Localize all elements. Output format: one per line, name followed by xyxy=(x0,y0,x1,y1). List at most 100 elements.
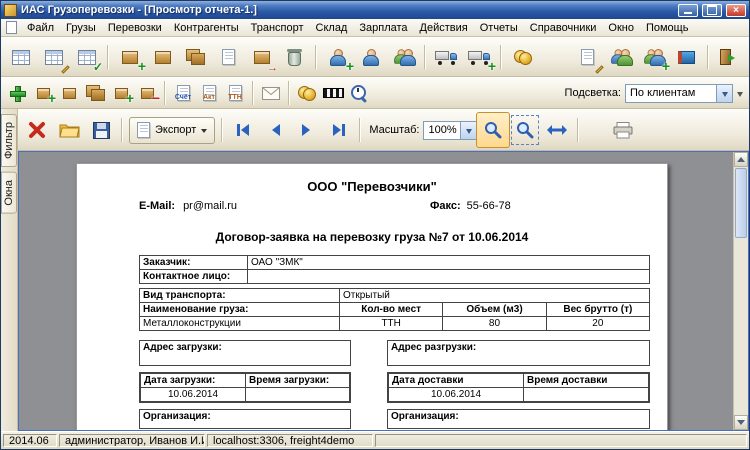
menu-cargo[interactable]: Грузы xyxy=(60,20,102,36)
menu-help[interactable]: Помощь xyxy=(640,20,695,36)
contract-edit-button[interactable] xyxy=(571,41,604,74)
tab-filter[interactable]: Фильтр xyxy=(1,114,17,167)
cargo-ship-button[interactable] xyxy=(245,41,278,74)
table-edit-button[interactable] xyxy=(37,41,70,74)
envelope-icon xyxy=(262,87,280,100)
main-toolbar xyxy=(1,37,749,77)
menu-window[interactable]: Окно xyxy=(602,20,640,36)
partners-button[interactable] xyxy=(604,41,637,74)
highlight-value: По клиентам xyxy=(626,87,716,99)
scale-combobox[interactable]: 100% xyxy=(423,121,477,140)
exit-button[interactable] xyxy=(713,41,746,74)
clock-search-button[interactable] xyxy=(346,80,372,106)
fit-width-button[interactable] xyxy=(541,113,573,147)
menu-actions[interactable]: Действия xyxy=(414,20,474,36)
save-report-button[interactable] xyxy=(85,113,117,147)
highlight-combobox[interactable]: По клиентам xyxy=(625,84,733,103)
add-button[interactable] xyxy=(4,80,30,106)
tab-windows[interactable]: Окна xyxy=(1,172,17,214)
scroll-down-button[interactable] xyxy=(734,415,748,430)
ttn-doc-button[interactable]: ТТН xyxy=(222,80,248,106)
customer-table: Заказчик: ОАО "ЗМК" Контактное лицо: xyxy=(139,255,650,284)
menu-warehouse[interactable]: Склад xyxy=(310,20,354,36)
toolbar-separator xyxy=(315,45,317,69)
zoom-region-button[interactable] xyxy=(509,113,541,147)
invoice-doc-button[interactable]: Счёт xyxy=(170,80,196,106)
cargo-delete-button[interactable] xyxy=(278,41,311,74)
contact-value xyxy=(248,270,650,284)
status-empty xyxy=(375,434,747,447)
toolbar-overflow-button[interactable] xyxy=(733,80,746,106)
clients-button[interactable] xyxy=(387,41,420,74)
vertical-scrollbar[interactable] xyxy=(733,152,748,430)
fax-block: Факс:55-66-78 xyxy=(430,200,511,212)
box-button[interactable] xyxy=(56,80,82,106)
vehicle-button[interactable] xyxy=(430,41,463,74)
cargo-button[interactable] xyxy=(146,41,179,74)
load-org-box: Организация: xyxy=(139,409,351,429)
menu-file[interactable]: Файл xyxy=(21,20,60,36)
cargo-stack-button[interactable] xyxy=(179,41,212,74)
toolbar-separator xyxy=(707,45,709,69)
staff-group-button[interactable] xyxy=(637,41,670,74)
mdi-child-icon[interactable] xyxy=(6,21,17,34)
scroll-up-button[interactable] xyxy=(734,152,748,167)
cargo-add-button[interactable] xyxy=(113,41,146,74)
vehicle-load-button[interactable] xyxy=(463,41,496,74)
invoice-doc-icon: Счёт xyxy=(177,85,190,101)
open-folder-icon xyxy=(59,122,80,138)
box-minus-button[interactable] xyxy=(134,80,160,106)
transport-type-value: Открытый xyxy=(340,289,650,303)
toolbar-separator xyxy=(424,45,426,69)
export-label: Экспорт xyxy=(155,124,196,136)
pencil-badge-icon xyxy=(61,65,69,73)
first-page-button[interactable] xyxy=(227,113,259,147)
cargo-list-icon xyxy=(222,49,235,65)
table-check-button[interactable] xyxy=(70,41,103,74)
person-icon xyxy=(330,49,345,66)
box-plus-button[interactable] xyxy=(108,80,134,106)
menu-salary[interactable]: Зарплата xyxy=(353,20,413,36)
load-date-value: 10.06.2014 xyxy=(141,388,246,402)
ledger-button[interactable] xyxy=(670,41,703,74)
scale-label: Масштаб: xyxy=(365,124,423,136)
next-page-button[interactable] xyxy=(291,113,323,147)
data-table-button[interactable] xyxy=(4,41,37,74)
money-button[interactable] xyxy=(294,80,320,106)
export-doc-icon xyxy=(137,122,150,138)
menu-reports[interactable]: Отчеты xyxy=(474,20,524,36)
delivery-time-label: Время доставки xyxy=(524,374,649,388)
client-button[interactable] xyxy=(354,41,387,74)
cargo-list-button[interactable] xyxy=(212,41,245,74)
maximize-button[interactable] xyxy=(702,4,722,17)
fit-width-icon xyxy=(547,123,567,137)
payments-button[interactable] xyxy=(506,41,539,74)
chevron-down-icon[interactable] xyxy=(460,122,476,139)
report-preview-area[interactable]: ООО "Перевозчики" E-Mail:pr@mail.ru Факс… xyxy=(18,151,749,431)
close-button[interactable] xyxy=(726,4,746,17)
act-doc-button[interactable]: Акт xyxy=(196,80,222,106)
print-button[interactable] xyxy=(607,113,639,147)
export-button[interactable]: Экспорт xyxy=(129,117,215,144)
zoom-actual-button[interactable] xyxy=(477,113,509,147)
mail-button[interactable] xyxy=(258,80,284,106)
open-report-button[interactable] xyxy=(53,113,85,147)
odometer-button[interactable] xyxy=(320,80,346,106)
menu-references[interactable]: Справочники xyxy=(524,20,603,36)
minimize-button[interactable] xyxy=(678,4,698,17)
client-add-button[interactable] xyxy=(321,41,354,74)
scrollbar-thumb[interactable] xyxy=(735,168,747,238)
close-report-button[interactable] xyxy=(21,113,53,147)
menu-transport[interactable]: Транспорт xyxy=(245,20,310,36)
chevron-down-icon[interactable] xyxy=(716,85,732,102)
box-stack-button[interactable] xyxy=(82,80,108,106)
data-table-icon xyxy=(12,50,30,65)
menu-transportations[interactable]: Перевозки xyxy=(102,20,168,36)
chevron-down-icon xyxy=(201,129,207,136)
prev-page-button[interactable] xyxy=(259,113,291,147)
toolbar-separator xyxy=(500,45,502,69)
odometer-icon xyxy=(323,88,344,98)
box-add-button[interactable] xyxy=(30,80,56,106)
menu-counterparties[interactable]: Контрагенты xyxy=(168,20,245,36)
last-page-button[interactable] xyxy=(323,113,355,147)
